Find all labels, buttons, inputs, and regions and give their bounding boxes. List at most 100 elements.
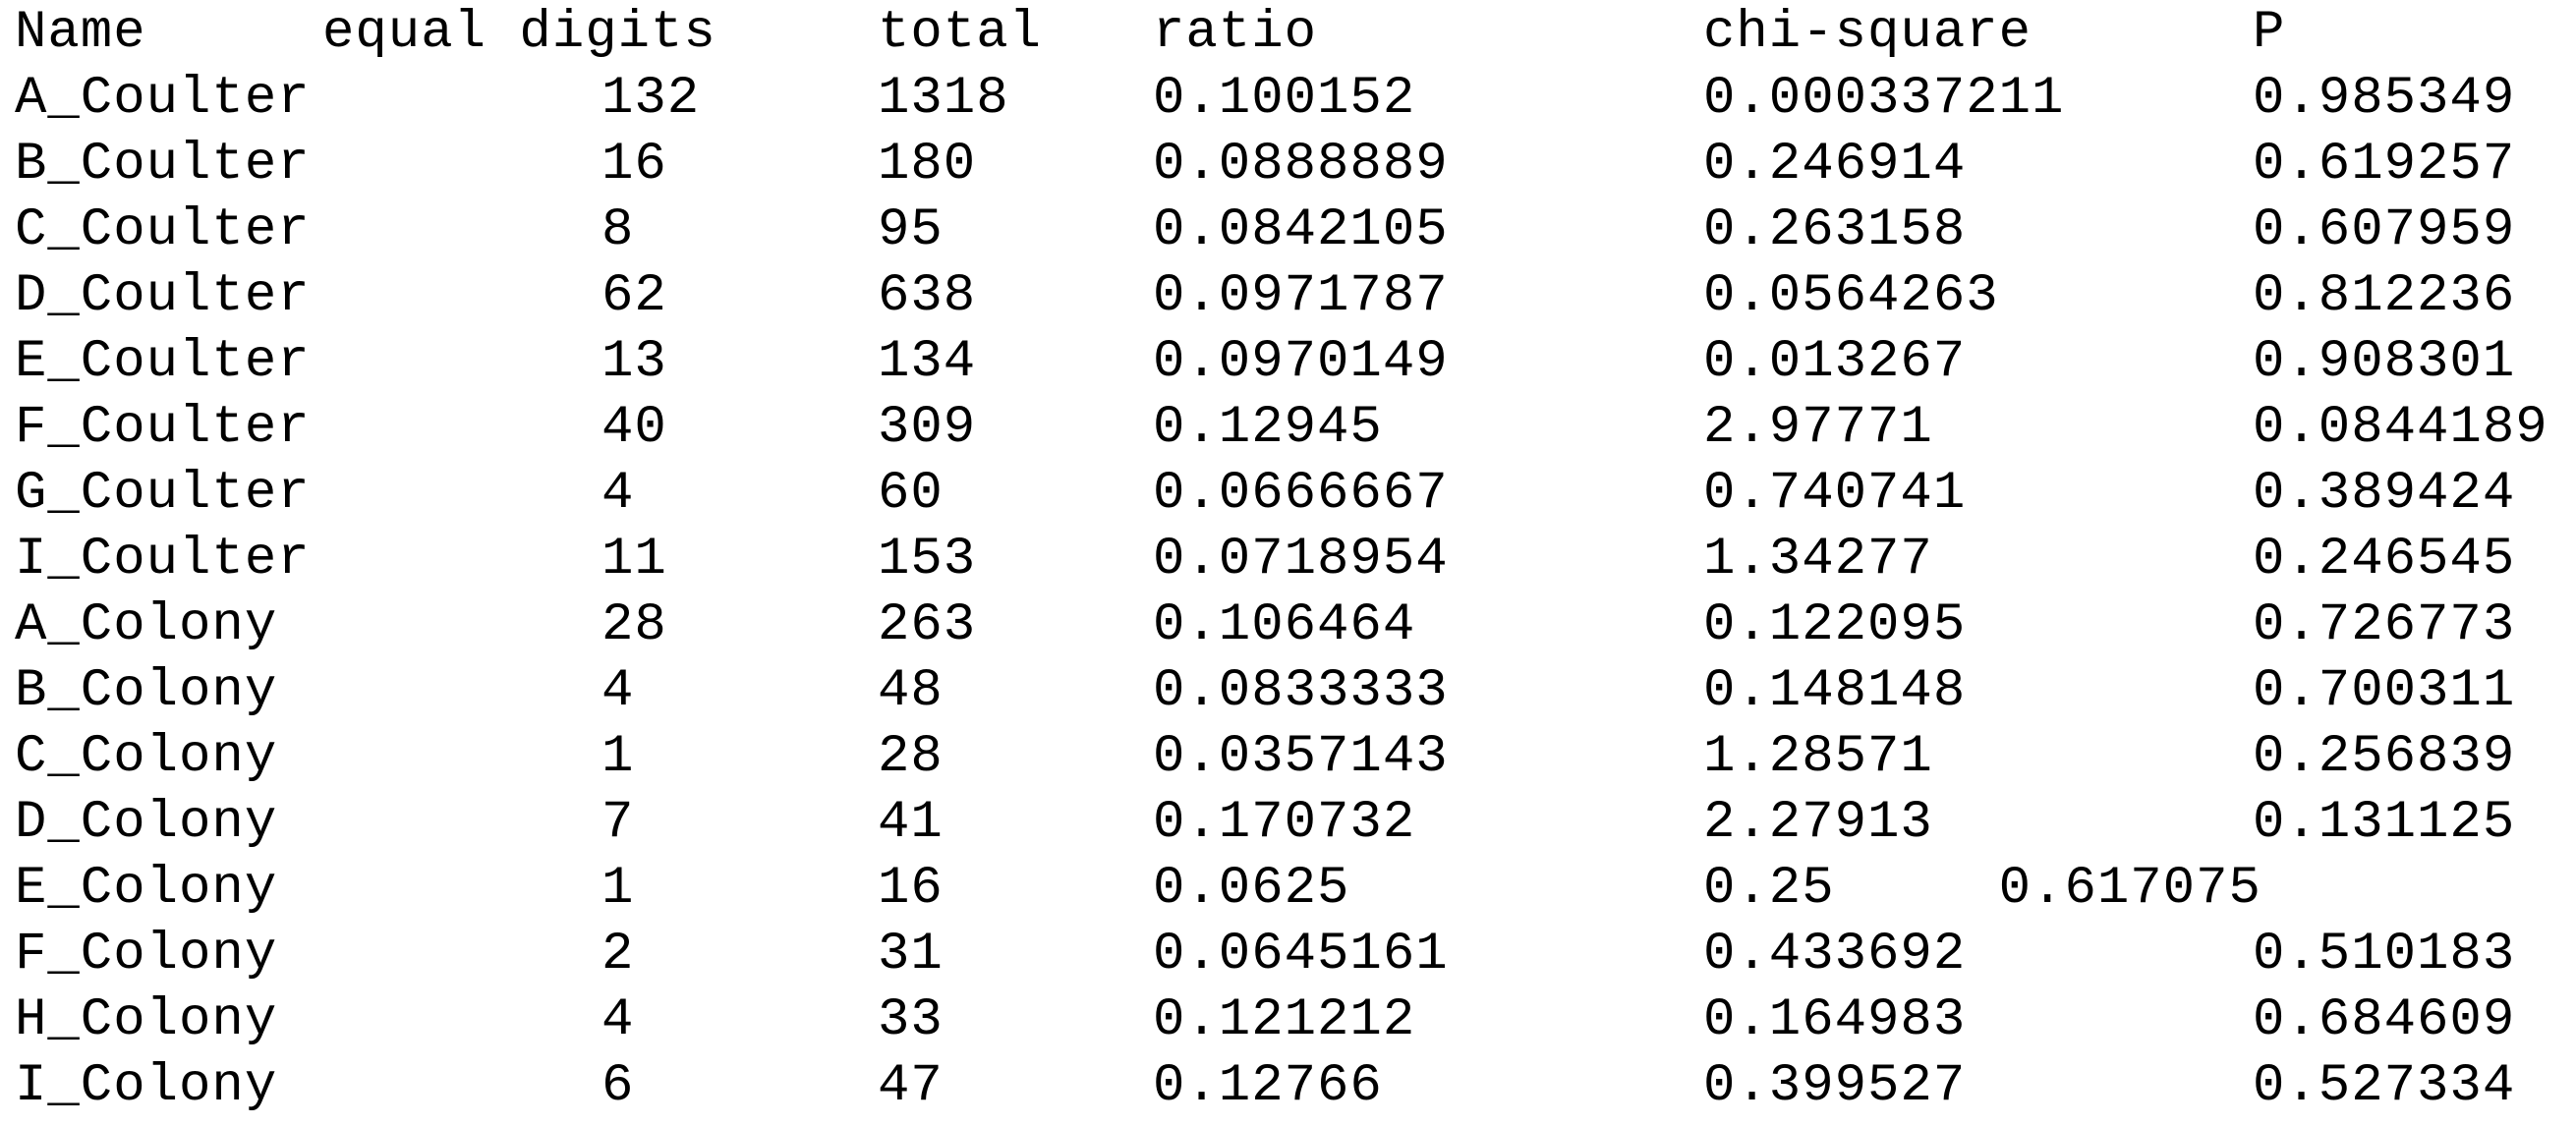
row-ratio: 0.0645161 xyxy=(1153,925,1449,985)
row-p: 0.726773 xyxy=(2253,595,2516,655)
row-chi-square: 0.013267 xyxy=(1703,332,1967,392)
row-p: 0.0844189 xyxy=(2253,398,2548,458)
row-name: E_Coulter xyxy=(15,332,311,392)
row-total: 28 xyxy=(878,727,944,787)
row-ratio: 0.0833333 xyxy=(1153,661,1449,721)
row-chi-square: 0.399527 xyxy=(1703,1056,1967,1116)
row-ratio: 0.0666667 xyxy=(1153,464,1449,524)
row-total: 41 xyxy=(878,793,944,853)
table-row: I_Coulter 11 153 0.0718954 1.34277 0.246545 xyxy=(0,527,2576,592)
row-total: 263 xyxy=(878,595,977,655)
header-p: P xyxy=(2253,3,2286,63)
table-row: D_Colony 7 41 0.170732 2.27913 0.131125 xyxy=(0,790,2576,856)
row-name: H_Colony xyxy=(15,990,278,1050)
row-chi-square: 0.122095 xyxy=(1703,595,1967,655)
row-ratio: 0.0357143 xyxy=(1153,727,1449,787)
row-p: 0.812236 xyxy=(2253,266,2516,326)
row-p: 0.510183 xyxy=(2253,925,2516,985)
row-total: 47 xyxy=(878,1056,944,1116)
row-ratio: 0.106464 xyxy=(1153,595,1416,655)
row-name: F_Colony xyxy=(15,925,278,985)
row-name: D_Colony xyxy=(15,793,278,853)
row-ratio: 0.12945 xyxy=(1153,398,1383,458)
table-row: C_Coulter 8 95 0.0842105 0.263158 0.607959 xyxy=(0,197,2576,263)
table-row: F_Colony 2 31 0.0645161 0.433692 0.510183 xyxy=(0,922,2576,987)
header-equal-digits: equal digits xyxy=(322,3,716,63)
row-chi-square: 0.148148 xyxy=(1703,661,1967,721)
row-name: C_Coulter xyxy=(15,200,311,260)
row-p: 0.700311 xyxy=(2253,661,2516,721)
row-equal-digits: 28 xyxy=(601,595,667,655)
row-chi-square: 0.164983 xyxy=(1703,990,1967,1050)
row-name: C_Colony xyxy=(15,727,278,787)
header-ratio: ratio xyxy=(1153,3,1318,63)
row-ratio: 0.0971787 xyxy=(1153,266,1449,326)
row-p: 0.256839 xyxy=(2253,727,2516,787)
row-ratio: 0.100152 xyxy=(1153,69,1416,129)
row-equal-digits: 2 xyxy=(601,925,635,985)
row-p: 0.684609 xyxy=(2253,990,2516,1050)
row-chi-square: 0.000337211 xyxy=(1703,69,2065,129)
row-chi-square: 0.263158 xyxy=(1703,200,1967,260)
row-total: 48 xyxy=(878,661,944,721)
row-ratio: 0.0625 xyxy=(1153,859,1350,919)
header-name: Name xyxy=(15,3,146,63)
row-equal-digits: 1 xyxy=(601,859,635,919)
row-name: I_Colony xyxy=(15,1056,278,1116)
row-chi-square: 1.28571 xyxy=(1703,727,1933,787)
row-total: 33 xyxy=(878,990,944,1050)
table-row: H_Colony 4 33 0.121212 0.164983 0.684609 xyxy=(0,987,2576,1053)
row-equal-digits: 4 xyxy=(601,661,635,721)
row-name: I_Coulter xyxy=(15,530,311,590)
row-p: 0.527334 xyxy=(2253,1056,2516,1116)
row-name: F_Coulter xyxy=(15,398,311,458)
header-total: total xyxy=(878,3,1043,63)
row-equal-digits: 6 xyxy=(601,1056,635,1116)
row-chi-square: 0.0564263 xyxy=(1703,266,1999,326)
row-p: 0.607959 xyxy=(2253,200,2516,260)
row-ratio: 0.0842105 xyxy=(1153,200,1449,260)
row-equal-digits: 4 xyxy=(601,990,635,1050)
row-p: 0.908301 xyxy=(2253,332,2516,392)
row-p: 0.131125 xyxy=(2253,793,2516,853)
row-equal-digits: 4 xyxy=(601,464,635,524)
row-equal-digits: 132 xyxy=(601,69,701,129)
row-total: 180 xyxy=(878,135,977,195)
row-total: 60 xyxy=(878,464,944,524)
row-name: A_Colony xyxy=(15,595,278,655)
row-name: A_Coulter xyxy=(15,69,311,129)
row-name: E_Colony xyxy=(15,859,278,919)
row-name: G_Coulter xyxy=(15,464,311,524)
table-row: A_Coulter 132 1318 0.100152 0.000337211 0.985… xyxy=(0,66,2576,132)
row-total: 1318 xyxy=(878,69,1009,129)
row-total: 309 xyxy=(878,398,977,458)
row-equal-digits: 7 xyxy=(601,793,635,853)
table-row: B_Coulter 16 180 0.0888889 0.246914 0.619257 xyxy=(0,132,2576,197)
row-name: B_Colony xyxy=(15,661,278,721)
row-name: B_Coulter xyxy=(15,135,311,195)
row-chi-square-and-p: 0.25 0.617075 xyxy=(1703,859,2261,919)
row-equal-digits: 62 xyxy=(601,266,667,326)
row-equal-digits: 40 xyxy=(601,398,667,458)
row-p: 0.985349 xyxy=(2253,69,2516,129)
row-chi-square: 0.740741 xyxy=(1703,464,1967,524)
row-equal-digits: 1 xyxy=(601,727,635,787)
row-ratio: 0.0888889 xyxy=(1153,135,1449,195)
row-total: 153 xyxy=(878,530,977,590)
row-chi-square: 2.97771 xyxy=(1703,398,1933,458)
row-ratio: 0.170732 xyxy=(1153,793,1416,853)
row-total: 16 xyxy=(878,859,944,919)
header-row: Name equal digits total ratio chi-square… xyxy=(0,0,2576,66)
row-p: 0.389424 xyxy=(2253,464,2516,524)
row-p: 0.246545 xyxy=(2253,530,2516,590)
row-equal-digits: 16 xyxy=(601,135,667,195)
row-ratio: 0.12766 xyxy=(1153,1056,1383,1116)
row-chi-square: 0.246914 xyxy=(1703,135,1967,195)
row-total: 95 xyxy=(878,200,944,260)
row-ratio: 0.0718954 xyxy=(1153,530,1449,590)
row-ratio: 0.121212 xyxy=(1153,990,1416,1050)
row-equal-digits: 13 xyxy=(601,332,667,392)
row-name: D_Coulter xyxy=(15,266,311,326)
row-chi-square: 0.433692 xyxy=(1703,925,1967,985)
table-row: E_Coulter 13 134 0.0970149 0.013267 0.908301 xyxy=(0,329,2576,395)
